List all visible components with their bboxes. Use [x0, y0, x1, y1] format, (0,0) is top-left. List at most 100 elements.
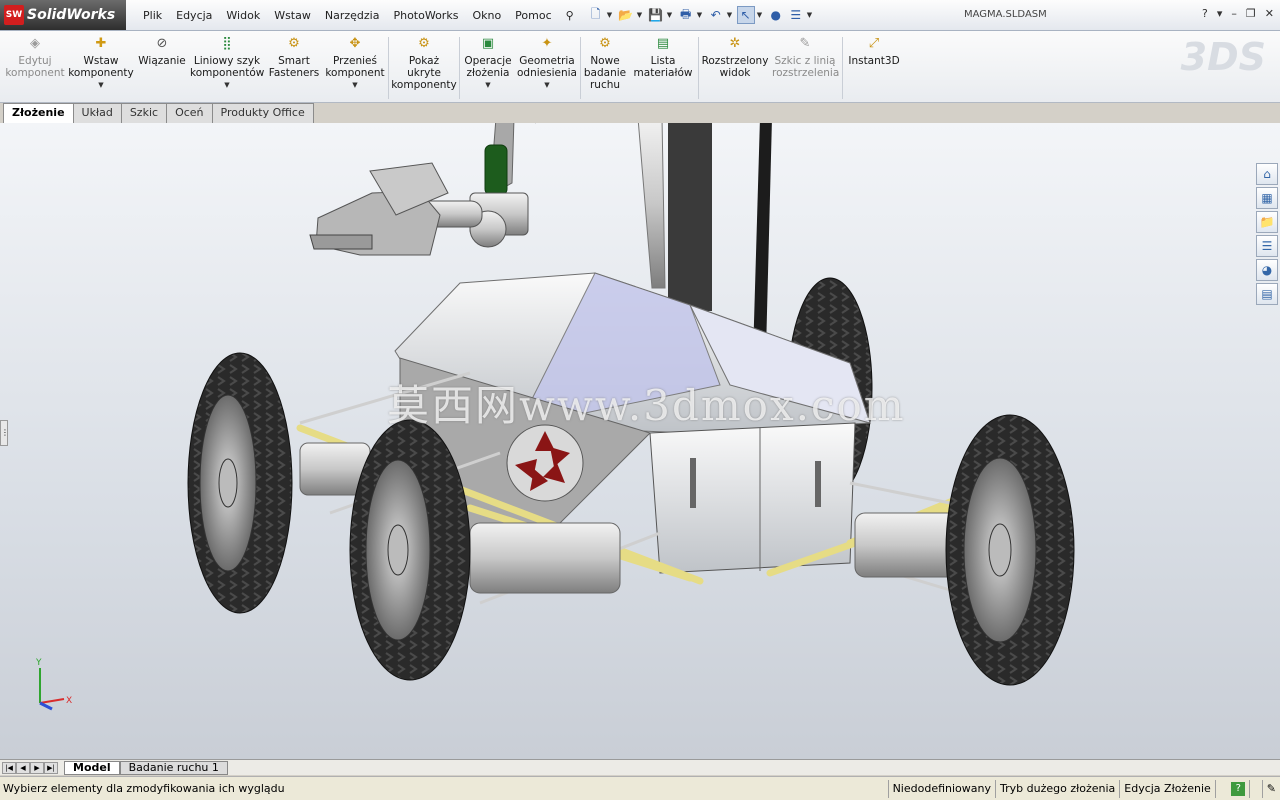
pin-icon[interactable]: ⚲ [559, 9, 581, 22]
menu-plik[interactable]: Plik [136, 9, 169, 22]
view-palette-icon[interactable]: ☰ [1256, 235, 1278, 257]
restore-icon[interactable]: ❐ [1237, 123, 1247, 126]
move-component-button[interactable]: ✥ Przenieś komponent ▼ [325, 35, 385, 91]
document-title: MAGMA.SLDASM [964, 9, 1047, 20]
chevron-down-icon[interactable]: ▼ [807, 11, 815, 19]
chevron-down-icon[interactable]: ▾ [1217, 7, 1223, 20]
next-tab-icon[interactable]: ▶ [30, 761, 44, 774]
menu-narzedzia[interactable]: Narzędzia [318, 9, 387, 22]
coordinate-triad: Y X [35, 658, 72, 711]
insert-components-button[interactable]: ✚ Wstaw komponenty ▼ [68, 35, 134, 91]
restore-icon[interactable]: ❐ [1246, 7, 1256, 20]
wheel-front-right [945, 414, 1075, 686]
edit-component-button[interactable]: ◈ Edytuj komponent [4, 35, 66, 79]
task-pane-tabs: ⌂ ▦ 📁 ☰ ◕ ▤ [1256, 163, 1278, 307]
minimize-icon[interactable]: – [1221, 123, 1227, 126]
save-icon[interactable]: 💾 [647, 6, 665, 24]
status-units [1214, 779, 1228, 798]
help-icon[interactable]: ? [1231, 781, 1246, 796]
minimize-icon[interactable]: – [1231, 7, 1237, 20]
options-icon[interactable]: ☰ [787, 6, 805, 24]
triad-y-label: Y [35, 658, 42, 668]
home-icon[interactable]: ⌂ [1256, 163, 1278, 185]
smart-fasteners-button[interactable]: ⚙ Smart Fasteners [266, 35, 322, 79]
quick-access-toolbar: 🗋 ▼ 📂 ▼ 💾 ▼ 🖶 ▼ ↶ ▼ ↖ ▼ ● ☰ ▼ [587, 6, 815, 24]
chevron-down-icon[interactable]: ▼ [727, 11, 735, 19]
rebuild-traffic-light-icon[interactable]: ● [767, 6, 785, 24]
previous-view-icon[interactable]: ↺ [544, 123, 562, 125]
instant3d-button[interactable]: ⤢ Instant3D [845, 35, 903, 67]
zoom-to-fit-icon[interactable]: ⊕ [500, 123, 518, 125]
assembly-features-button[interactable]: ▣ Operacje złożenia ▼ [462, 35, 514, 91]
close-icon[interactable]: ✕ [1265, 7, 1274, 20]
open-folder-icon[interactable]: 📂 [617, 6, 635, 24]
chevron-down-icon[interactable]: ▼ [607, 11, 615, 19]
menu-edycja[interactable]: Edycja [169, 9, 219, 22]
first-tab-icon[interactable]: |◀ [2, 761, 16, 774]
undo-icon[interactable]: ↶ [707, 6, 725, 24]
status-editing-context: Edycja Złożenie [1119, 779, 1215, 798]
graphics-area[interactable]: Y X 莫西网www.3dmox.com ⊕ 🔍 ↺ ▥ ◫ ◧ ◐ ◉ ◎ ▦… [0, 123, 1280, 759]
reference-geometry-button[interactable]: ✦ Geometria odniesienia ▼ [517, 35, 577, 91]
print-icon[interactable]: 🖶 [677, 6, 695, 24]
mate-button[interactable]: ⊘ Wiązanie [137, 35, 187, 67]
exploded-view-button[interactable]: ✲ Rozstrzelony widok [701, 35, 769, 79]
show-hidden-components-button[interactable]: ⚙ Pokaż ukryte komponenty [391, 35, 457, 91]
menu-okno[interactable]: Okno [465, 9, 508, 22]
tab-uklad[interactable]: Układ [72, 103, 122, 123]
menu-widok[interactable]: Widok [219, 9, 267, 22]
explode-line-sketch-button[interactable]: ✎ Szkic z linią rozstrzelenia [772, 35, 839, 79]
menu-wstaw[interactable]: Wstaw [267, 9, 318, 22]
hide-show-icon[interactable]: ◐ [632, 123, 650, 125]
chevron-down-icon[interactable]: ▼ [697, 11, 705, 19]
chevron-down-icon[interactable]: ▼ [667, 11, 675, 19]
chevron-down-icon[interactable]: ▼ [637, 11, 645, 19]
reference-geometry-icon: ✦ [541, 36, 553, 51]
title-bar: SW SolidWorks Plik Edycja Widok Wstaw Na… [0, 0, 1280, 31]
display-style-icon[interactable]: ◧ [610, 123, 628, 125]
tab-produkty-office[interactable]: Produkty Office [211, 103, 314, 123]
view-settings-icon[interactable]: ▦ [698, 123, 716, 125]
select-arrow-icon[interactable]: ↖ [736, 6, 755, 24]
linear-pattern-button[interactable]: ⣿ Liniowy szyk komponentów ▼ [190, 35, 264, 91]
linear-pattern-icon: ⣿ [222, 36, 232, 51]
section-view-icon[interactable]: ▥ [566, 123, 584, 125]
rebuild-pencil-icon[interactable]: ✎ [1261, 779, 1280, 798]
smart-fasteners-icon: ⚙ [288, 36, 300, 51]
tab-motion-study-1[interactable]: Badanie ruchu 1 [119, 760, 228, 775]
chevron-down-icon[interactable]: ▼ [325, 79, 385, 91]
solidworks-logo[interactable]: SW SolidWorks [0, 0, 126, 30]
tab-szkic[interactable]: Szkic [120, 103, 168, 123]
last-tab-icon[interactable]: ▶| [44, 761, 58, 774]
toolbar-separator [388, 37, 389, 99]
design-library-icon[interactable]: ▦ [1256, 187, 1278, 209]
tab-zlozenie[interactable]: Złożenie [3, 103, 74, 123]
watermark: 莫西网www.3dmox.com [387, 381, 906, 430]
tab-model[interactable]: Model [64, 760, 120, 775]
feature-manager-handle[interactable]: ⋮ [0, 420, 9, 446]
chevron-down-icon[interactable]: ▼ [517, 79, 577, 91]
bill-of-materials-button[interactable]: ▤ Lista materiałów [632, 35, 694, 79]
new-document-icon[interactable]: 🗋 [587, 6, 605, 24]
zoom-area-icon[interactable]: 🔍 [522, 123, 540, 125]
view-orientation-icon[interactable]: ◫ [588, 123, 606, 125]
apply-scene-icon[interactable]: ◎ [676, 123, 694, 125]
status-message: Wybierz elementy dla zmodyfikowania ich … [3, 782, 285, 795]
new-motion-study-button[interactable]: ⚙ Nowe badanie ruchu [583, 35, 627, 91]
help-icon[interactable]: ? [1202, 7, 1208, 20]
rover-model[interactable]: Y X [0, 123, 1280, 759]
previous-tab-icon[interactable]: ◀ [16, 761, 30, 774]
chevron-down-icon[interactable]: ▼ [757, 11, 765, 19]
menu-pomoc[interactable]: Pomoc [508, 9, 558, 22]
status-bar: Wybierz elementy dla zmodyfikowania ich … [0, 776, 1280, 800]
custom-properties-icon[interactable]: ▤ [1256, 283, 1278, 305]
close-icon[interactable]: ✕ [1257, 123, 1266, 126]
chevron-down-icon[interactable]: ▼ [190, 79, 264, 91]
chevron-down-icon[interactable]: ▼ [462, 79, 514, 91]
edit-appearance-icon[interactable]: ◉ [654, 123, 672, 125]
file-explorer-icon[interactable]: 📁 [1256, 211, 1278, 233]
menu-photoworks[interactable]: PhotoWorks [386, 9, 465, 22]
chevron-down-icon[interactable]: ▼ [68, 79, 134, 91]
tab-ocen[interactable]: Oceń [166, 103, 213, 123]
appearances-icon[interactable]: ◕ [1256, 259, 1278, 281]
